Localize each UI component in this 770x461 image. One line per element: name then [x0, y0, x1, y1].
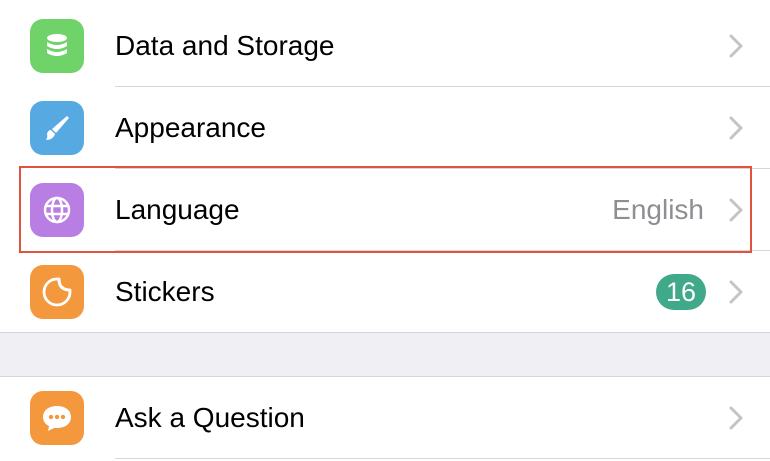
chevron-right-icon	[729, 116, 743, 140]
stickers-count-badge: 16	[655, 274, 706, 310]
settings-row-label: Data and Storage	[115, 30, 335, 61]
globe-icon	[30, 183, 84, 237]
chevron-right-icon	[729, 34, 743, 58]
settings-screen: Data and Storage Appearance Language Eng…	[0, 0, 770, 461]
chevron-right-icon	[729, 406, 743, 430]
help-group: Ask a Question	[0, 376, 770, 461]
chevron-right-icon	[729, 280, 743, 304]
settings-row-language[interactable]: Language English	[0, 169, 770, 251]
settings-group: Data and Storage Appearance Language Eng…	[0, 0, 770, 332]
settings-row-label: Appearance	[115, 112, 267, 143]
brush-icon	[30, 101, 84, 155]
settings-row-data-and-storage[interactable]: Data and Storage	[0, 5, 770, 87]
settings-row-ask-a-question[interactable]: Ask a Question	[0, 377, 770, 459]
settings-row-label: Stickers	[115, 276, 215, 307]
database-icon	[30, 19, 84, 73]
settings-row-appearance[interactable]: Appearance	[0, 87, 770, 169]
sticker-icon	[30, 265, 84, 319]
row-separator	[115, 458, 770, 459]
section-gap	[0, 332, 770, 376]
settings-row-stickers[interactable]: Stickers 16	[0, 251, 770, 333]
settings-row-label: Language	[115, 194, 240, 225]
chat-bubble-icon	[30, 391, 84, 445]
chevron-right-icon	[729, 198, 743, 222]
settings-row-label: Ask a Question	[115, 402, 305, 433]
language-value: English	[612, 194, 704, 225]
